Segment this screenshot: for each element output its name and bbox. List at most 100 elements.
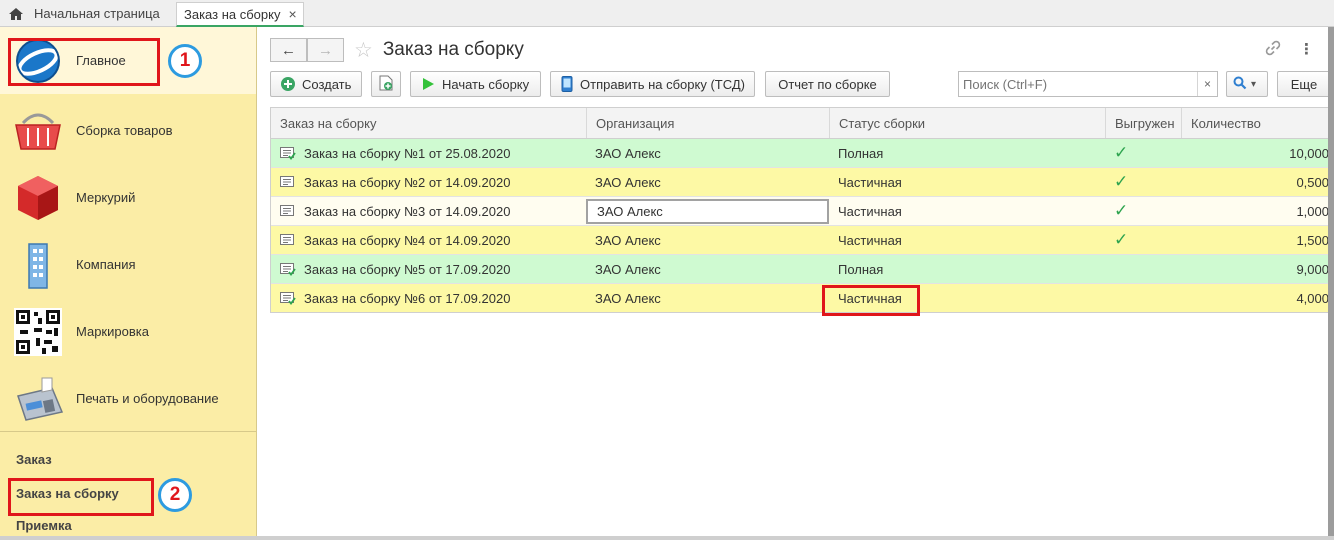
document-posted-icon — [280, 147, 296, 160]
send-to-tsd-button[interactable]: Отправить на сборку (ТСД) — [550, 71, 755, 97]
cell-organization: ЗАО Алекс — [595, 174, 661, 190]
tab-bar: Начальная страница Заказ на сборку × — [0, 0, 1334, 27]
cell-quantity: 0,500 — [1296, 174, 1329, 190]
sidebar-item-label: Компания — [76, 257, 136, 272]
annotation-badge-1: 1 — [168, 44, 202, 78]
cell-organization: ЗАО Алекс — [595, 261, 661, 277]
more-button[interactable]: Еще — [1277, 71, 1331, 97]
sidebar-item-label: Сборка товаров — [76, 123, 173, 138]
plus-circle-icon — [281, 77, 295, 91]
add-document-icon — [379, 75, 393, 94]
order-name: Заказ на сборку №5 от 17.09.2020 — [304, 261, 511, 277]
sidebar-item-goods-assembly[interactable]: Сборка товаров — [0, 97, 256, 164]
cell-quantity: 9,000 — [1296, 261, 1329, 277]
sidebar-item-printing[interactable]: Печать и оборудование — [0, 365, 256, 432]
chevron-down-icon: ▾ — [1251, 78, 1257, 90]
sidebar-item-marking[interactable]: Маркировка — [0, 298, 256, 365]
highlight-box-order-assembly — [8, 478, 154, 516]
exported-check-icon: ✓ — [1114, 201, 1129, 220]
back-button[interactable]: ← — [270, 38, 307, 62]
column-header-order[interactable]: Заказ на сборку — [271, 108, 586, 138]
nav-buttons: ← → — [270, 38, 344, 62]
cell-quantity: 10,000 — [1289, 145, 1329, 161]
order-name: Заказ на сборку №4 от 14.09.2020 — [304, 232, 511, 248]
cell-order: Заказ на сборку №4 от 14.09.2020 — [271, 226, 586, 254]
cell-organization: ЗАО Алекс — [595, 232, 661, 248]
tab-order-assembly-label: Заказ на сборку — [184, 6, 281, 22]
cell-organization: ЗАО Алекс — [595, 290, 661, 306]
table-row[interactable]: Заказ на сборку №4 от 14.09.2020 ЗАО Але… — [271, 226, 1333, 255]
highlight-box-status — [822, 285, 920, 316]
forward-button[interactable]: → — [307, 38, 344, 62]
table-row[interactable]: Заказ на сборку №1 от 25.08.2020 ЗАО Але… — [271, 139, 1333, 168]
window-bottom-border — [0, 536, 1334, 540]
tab-order-assembly[interactable]: Заказ на сборку × — [176, 2, 304, 27]
highlight-box-main — [8, 38, 160, 86]
annotation-badge-2: 2 — [158, 478, 192, 512]
main-panel: ← → ☆ Заказ на сборку ⋮ Создать Начать с… — [258, 27, 1334, 540]
sidebar-item-label: Печать и оборудование — [76, 391, 219, 406]
cell-status: Частичная — [838, 203, 902, 219]
mobile-device-icon — [561, 76, 573, 92]
cash-register-icon — [12, 373, 64, 425]
more-button-label: Еще — [1290, 76, 1318, 92]
assembly-report-button[interactable]: Отчет по сборке — [765, 71, 890, 97]
clear-search-icon[interactable]: × — [1197, 72, 1217, 96]
magnifier-icon — [1233, 76, 1247, 93]
sidebar: Главное Сборка товаров Меркурий Компания… — [0, 27, 257, 540]
sidebar-link-receiving[interactable]: Приемка — [16, 518, 72, 533]
column-header-organization[interactable]: Организация — [586, 108, 829, 138]
order-name: Заказ на сборку №2 от 14.09.2020 — [304, 174, 511, 190]
sidebar-item-company[interactable]: Компания — [0, 231, 256, 298]
copy-document-button[interactable] — [371, 71, 401, 97]
table-row[interactable]: Заказ на сборку №5 от 17.09.2020 ЗАО Але… — [271, 255, 1333, 284]
cell-quantity: 4,000 — [1296, 290, 1329, 306]
cell-status: Частичная — [838, 174, 902, 190]
table-row[interactable]: Заказ на сборку №6 от 17.09.2020 ЗАО Але… — [271, 284, 1333, 312]
more-vertical-icon[interactable]: ⋮ — [1299, 40, 1314, 58]
table-header: Заказ на сборку Организация Статус сборк… — [271, 108, 1333, 139]
create-button[interactable]: Создать — [270, 71, 362, 97]
table-row[interactable]: Заказ на сборку №3 от 14.09.2020 ЗАО Але… — [271, 197, 1333, 226]
search-input[interactable] — [959, 72, 1197, 96]
cell-quantity: 1,500 — [1296, 232, 1329, 248]
command-bar: Создать Начать сборку Отправить на сборк… — [270, 71, 1334, 97]
sidebar-item-label: Меркурий — [76, 190, 136, 205]
table-row[interactable]: Заказ на сборку №2 от 14.09.2020 ЗАО Але… — [271, 168, 1333, 197]
close-icon[interactable]: × — [288, 6, 296, 22]
form-header: ← → ☆ Заказ на сборку — [270, 38, 524, 62]
cell-organization-selected[interactable]: ЗАО Алекс — [586, 199, 829, 224]
column-header-exported[interactable]: Выгружен — [1105, 108, 1181, 138]
building-icon — [12, 239, 64, 291]
sidebar-link-order[interactable]: Заказ — [16, 452, 52, 467]
document-posted-icon — [280, 292, 296, 305]
document-icon — [280, 234, 294, 245]
cell-order: Заказ на сборку №3 от 14.09.2020 — [271, 197, 586, 225]
cell-status: Полная — [838, 261, 884, 277]
search-box: × — [958, 71, 1218, 97]
exported-check-icon — [1105, 284, 1181, 312]
document-icon — [280, 176, 294, 187]
sidebar-item-mercury[interactable]: Меркурий — [0, 164, 256, 231]
exported-check-icon: ✓ — [1114, 172, 1129, 191]
order-name: Заказ на сборку №1 от 25.08.2020 — [304, 145, 511, 161]
document-icon — [280, 205, 294, 216]
tab-home[interactable]: Начальная страница — [0, 0, 172, 27]
play-icon — [421, 77, 435, 91]
assembly-report-label: Отчет по сборке — [778, 76, 877, 92]
cell-organization: ЗАО Алекс — [595, 145, 661, 161]
start-assembly-button[interactable]: Начать сборку — [410, 71, 541, 97]
exported-check-icon: ✓ — [1114, 230, 1129, 249]
favorite-star-icon[interactable]: ☆ — [354, 38, 373, 63]
basket-icon — [12, 105, 64, 157]
document-posted-icon — [280, 263, 296, 276]
column-header-quantity[interactable]: Количество — [1181, 108, 1333, 138]
column-header-status[interactable]: Статус сборки — [829, 108, 1105, 138]
tab-home-label: Начальная страница — [34, 6, 160, 21]
search-options-button[interactable]: ▾ — [1226, 71, 1268, 97]
sidebar-divider — [0, 431, 256, 432]
link-icon[interactable] — [1265, 40, 1281, 56]
sidebar-item-label: Маркировка — [76, 324, 149, 339]
start-assembly-label: Начать сборку — [442, 76, 530, 92]
cell-quantity: 1,000 — [1296, 203, 1329, 219]
